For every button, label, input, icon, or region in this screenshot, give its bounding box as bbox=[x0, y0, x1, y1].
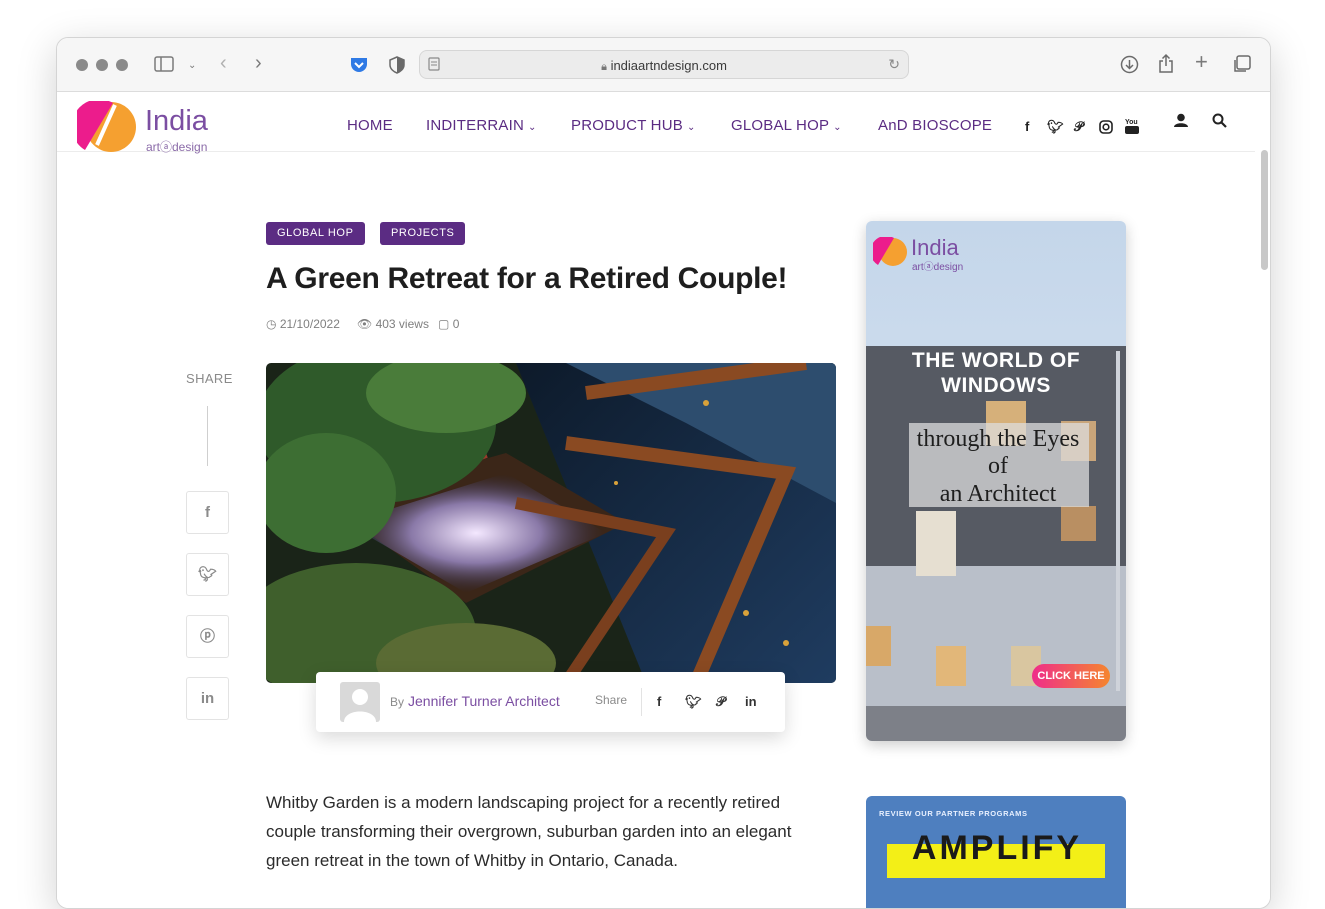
article-hero-image bbox=[266, 363, 836, 683]
date-text: 21/10/2022 bbox=[279, 317, 340, 331]
user-account-icon[interactable] bbox=[1174, 113, 1188, 128]
nav-global-hop-label: GLOBAL HOP bbox=[731, 117, 830, 134]
nav-indeterrain-label: INDITERRAIN bbox=[426, 117, 525, 134]
facebook-icon: f bbox=[205, 504, 210, 521]
nav-product-hub-label: PRODUCT HUB bbox=[571, 117, 683, 134]
forward-icon[interactable]: › bbox=[255, 53, 262, 73]
chevron-down-icon: ⌄ bbox=[686, 122, 696, 133]
close-window-button[interactable] bbox=[76, 59, 88, 71]
share-icon[interactable] bbox=[1158, 53, 1174, 74]
sidebar-menu-chevron-icon[interactable]: ⌄ bbox=[188, 58, 196, 74]
site-header: India artⓐdesign HOME INDITERRAIN ⌄ PRODU… bbox=[57, 92, 1255, 154]
article-views: 👁︎ 403 views bbox=[357, 317, 429, 331]
nav-home-label: HOME bbox=[347, 117, 393, 134]
share-linkedin-button[interactable]: in bbox=[186, 677, 229, 720]
avatar[interactable] bbox=[340, 682, 380, 722]
nav-and-bioscope-label: AnD BIOSCOPE bbox=[878, 117, 993, 134]
instagram-icon[interactable] bbox=[1099, 120, 1113, 134]
ad-subheadline-2: of bbox=[988, 453, 1008, 479]
twitter-icon: 🐦︎ bbox=[197, 566, 218, 583]
svg-text:You: You bbox=[1125, 119, 1138, 126]
pinterest-icon[interactable]: 𝒫 bbox=[1074, 119, 1083, 135]
eye-icon: 👁︎ bbox=[357, 317, 373, 331]
ad-click-here-label: CLICK HERE bbox=[1037, 670, 1105, 682]
article-body: Whitby Garden is a modern landscaping pr… bbox=[266, 793, 792, 870]
sidebar-toggle-icon[interactable] bbox=[154, 56, 174, 72]
ad2-kicker: REVIEW OUR PARTNER PROGRAMS bbox=[879, 809, 1028, 818]
twitter-icon[interactable]: 🐦︎ bbox=[685, 694, 702, 710]
pinterest-icon: ⓟ bbox=[199, 628, 215, 645]
nav-product-hub[interactable]: PRODUCT HUB ⌄ bbox=[571, 117, 696, 134]
site-logo[interactable]: India artⓐdesign bbox=[77, 101, 217, 154]
url-display: 🔒︎ indiaartndesign.com bbox=[420, 58, 908, 74]
sidebar-ad-amplify[interactable]: REVIEW OUR PARTNER PROGRAMS AMPLIFY bbox=[866, 796, 1126, 908]
comments-count: 0 bbox=[452, 317, 460, 331]
share-twitter-button[interactable]: 🐦︎ bbox=[186, 553, 229, 596]
twitter-icon[interactable]: 🐦︎ bbox=[1047, 119, 1064, 135]
nav-indeterrain[interactable]: INDITERRAIN ⌄ bbox=[426, 117, 537, 134]
nav-and-bioscope[interactable]: AnD BIOSCOPE bbox=[878, 117, 992, 134]
downloads-icon[interactable] bbox=[1120, 55, 1139, 74]
pocket-icon[interactable] bbox=[349, 56, 369, 74]
article-title: A Green Retreat for a Retired Couple! bbox=[266, 262, 788, 295]
share-facebook-button[interactable]: f bbox=[186, 491, 229, 534]
facebook-icon[interactable]: f bbox=[1025, 119, 1029, 134]
search-icon[interactable] bbox=[1212, 113, 1227, 128]
new-tab-icon[interactable]: + bbox=[1195, 51, 1208, 73]
pinterest-icon[interactable]: 𝒫 bbox=[716, 694, 725, 710]
share-label: SHARE bbox=[186, 371, 233, 386]
address-bar[interactable]: 🔒︎ indiaartndesign.com ↻ bbox=[419, 50, 909, 79]
browser-toolbar: ⌄ ‹ › 🔒︎ indiaartndesign.com ↻ + bbox=[57, 38, 1270, 92]
share-pinterest-button[interactable]: ⓟ bbox=[186, 615, 229, 658]
youtube-icon[interactable]: You bbox=[1125, 117, 1139, 135]
nav-global-hop[interactable]: GLOBAL HOP ⌄ bbox=[731, 117, 842, 134]
minimize-window-button[interactable] bbox=[96, 59, 108, 71]
tag-global-hop[interactable]: GLOBAL HOP bbox=[266, 222, 365, 245]
nav-home[interactable]: HOME bbox=[347, 117, 393, 134]
url-text: indiaartndesign.com bbox=[610, 58, 727, 73]
comment-icon: ▢ bbox=[438, 317, 450, 331]
ad2-headline: AMPLIFY bbox=[911, 829, 1083, 867]
article-comments[interactable]: ▢ 0 bbox=[438, 317, 459, 331]
share-text: Share bbox=[595, 693, 628, 707]
author-link[interactable]: Jennifer Turner Architect bbox=[408, 693, 560, 709]
ad-click-here-button[interactable]: CLICK HERE bbox=[1032, 664, 1110, 688]
chevron-down-icon: ⌄ bbox=[528, 122, 537, 133]
logo-text-main: India bbox=[145, 105, 208, 137]
logo-text-sub: artⓐdesign bbox=[146, 140, 208, 154]
reload-icon[interactable]: ↻ bbox=[888, 56, 900, 73]
clock-icon: ◷ bbox=[266, 317, 277, 331]
facebook-icon[interactable]: f bbox=[657, 694, 661, 709]
sidebar-ad-windows[interactable]: India artⓐdesign THE WORLD OF WINDOWS th… bbox=[866, 221, 1126, 741]
ad-logo-sub: artⓐdesign bbox=[912, 262, 964, 273]
views-text: 403 views bbox=[375, 317, 429, 331]
linkedin-icon: in bbox=[200, 690, 215, 707]
ad-subheadline-1: through the Eyes bbox=[916, 426, 1080, 452]
author-box-divider bbox=[641, 688, 642, 716]
author-prefix: By bbox=[390, 695, 405, 709]
privacy-shield-icon[interactable] bbox=[389, 56, 405, 74]
browser-window: ⌄ ‹ › 🔒︎ indiaartndesign.com ↻ + India a… bbox=[56, 37, 1271, 909]
tab-overview-icon[interactable] bbox=[1232, 55, 1251, 74]
web-page: India artⓐdesign HOME INDITERRAIN ⌄ PRODU… bbox=[57, 92, 1270, 908]
lock-icon: 🔒︎ bbox=[601, 61, 607, 73]
ad-subheadline-3: an Architect bbox=[939, 481, 1057, 507]
author-box: By Jennifer Turner Architect Share f 🐦︎ … bbox=[316, 672, 785, 732]
ad-headline-2: WINDOWS bbox=[941, 374, 1051, 397]
ad-headline-1: THE WORLD OF bbox=[911, 349, 1081, 372]
share-divider bbox=[207, 406, 208, 466]
article-date: ◷ 21/10/2022 bbox=[266, 317, 340, 331]
ad-logo-mark-icon bbox=[873, 237, 907, 266]
page-scrollbar[interactable] bbox=[1261, 150, 1268, 270]
chevron-down-icon: ⌄ bbox=[833, 122, 842, 133]
back-icon[interactable]: ‹ bbox=[220, 53, 227, 73]
linkedin-icon[interactable]: in bbox=[745, 694, 757, 709]
logo-mark-icon bbox=[77, 101, 136, 152]
tag-projects[interactable]: PROJECTS bbox=[380, 222, 466, 245]
zoom-window-button[interactable] bbox=[116, 59, 128, 71]
